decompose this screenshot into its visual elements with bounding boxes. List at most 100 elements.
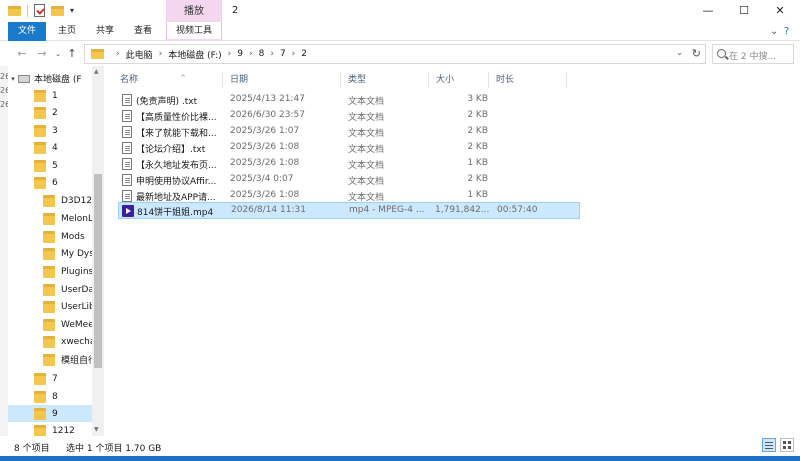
chevron-right-icon[interactable]: › bbox=[116, 49, 120, 59]
tree-item-mod-folder[interactable]: 模组自行 bbox=[8, 351, 96, 368]
refresh-icon[interactable]: ↻ bbox=[692, 47, 701, 60]
tree-item-userdata[interactable]: UserDat bbox=[8, 281, 96, 298]
tree-item-drive[interactable]: ▾ 本地磁盘 (F bbox=[8, 70, 96, 87]
file-type: 文本文档 bbox=[348, 177, 385, 187]
scrollbar-thumb[interactable] bbox=[94, 174, 102, 368]
tree-item-plugins[interactable]: Plugins bbox=[8, 263, 96, 280]
file-row[interactable]: 【高质量性价比裸... 2026/6/30 23:57 文本文档 2 KB bbox=[118, 108, 578, 125]
details-view-button[interactable] bbox=[762, 438, 776, 452]
new-folder-icon[interactable] bbox=[51, 5, 64, 16]
tab-home[interactable]: 主页 bbox=[52, 22, 82, 41]
tab-share[interactable]: 共享 bbox=[90, 22, 120, 41]
folder-icon bbox=[34, 106, 46, 119]
breadcrumb-7[interactable]: 7 bbox=[280, 49, 286, 59]
tree-item-3[interactable]: 3 bbox=[8, 122, 96, 139]
column-divider[interactable] bbox=[488, 72, 489, 88]
chevron-right-icon[interactable]: › bbox=[292, 49, 296, 59]
tree-item-2[interactable]: 2 bbox=[8, 104, 96, 121]
back-arrow-icon[interactable]: ← bbox=[14, 46, 30, 62]
tree-item-1[interactable]: 1 bbox=[8, 87, 96, 104]
file-row-selected[interactable]: 814饼干姐姐.mp4 2026/8/14 11:31 mp4 - MPEG-4… bbox=[118, 202, 580, 219]
expand-ribbon-icon[interactable]: ⌄ bbox=[770, 26, 778, 37]
column-divider[interactable] bbox=[566, 72, 567, 88]
column-divider[interactable] bbox=[340, 72, 341, 88]
column-divider[interactable] bbox=[222, 72, 223, 88]
tree-item-8[interactable]: 8 bbox=[8, 388, 96, 405]
file-size: 2 KB bbox=[467, 126, 488, 136]
file-name: 【永久地址发布页... bbox=[136, 161, 217, 171]
column-header-date[interactable]: 日期 bbox=[230, 70, 330, 90]
close-button[interactable]: ✕ bbox=[762, 0, 798, 22]
column-header-size[interactable]: 大小 bbox=[436, 70, 486, 90]
search-box[interactable]: 在 2 中搜... bbox=[712, 44, 794, 64]
tree-item-my-dyst[interactable]: My Dyst bbox=[8, 245, 96, 262]
tree-item-4[interactable]: 4 bbox=[8, 139, 96, 156]
chevron-down-icon[interactable]: ▾ bbox=[8, 75, 18, 83]
tree-item-xwechat[interactable]: xwechat bbox=[8, 333, 96, 350]
file-row[interactable]: 【论坛介绍】.txt 2025/3/26 1:08 文本文档 2 KB bbox=[118, 140, 578, 157]
chevron-right-icon[interactable]: › bbox=[228, 49, 232, 59]
breadcrumb-drive[interactable]: 本地磁盘 (F:) bbox=[168, 48, 221, 61]
file-size: 2 KB bbox=[467, 142, 488, 152]
file-date: 2026/8/14 11:31 bbox=[231, 205, 306, 215]
tree-item-mods[interactable]: Mods bbox=[8, 228, 96, 245]
file-row[interactable]: (免责声明) .txt 2025/4/13 21:47 文本文档 3 KB bbox=[118, 92, 578, 109]
selection-info: 选中 1 个项目 1.70 GB bbox=[66, 444, 162, 454]
tree-item-d3d12[interactable]: D3D12 bbox=[8, 192, 96, 209]
file-row[interactable]: 申明使用协议Affir... 2025/3/4 0:07 文本文档 2 KB bbox=[118, 172, 578, 189]
tree-item-5[interactable]: 5 bbox=[8, 157, 96, 174]
customize-toolbar-icon[interactable]: ▾ bbox=[70, 6, 74, 15]
tree-item-1212[interactable]: 1212 bbox=[8, 422, 96, 436]
large-icons-view-icon bbox=[783, 441, 786, 444]
help-icon[interactable]: ? bbox=[784, 26, 789, 37]
tree-item-melonloader[interactable]: MelonLo bbox=[8, 210, 96, 227]
folder-icon bbox=[43, 300, 55, 313]
maximize-button[interactable]: ☐ bbox=[726, 0, 762, 22]
large-icons-view-button[interactable] bbox=[780, 438, 794, 452]
folder-icon bbox=[43, 353, 55, 366]
folder-icon[interactable] bbox=[8, 5, 21, 16]
file-type: 文本文档 bbox=[348, 113, 385, 123]
chevron-right-icon[interactable]: › bbox=[249, 49, 253, 59]
minimize-button[interactable]: — bbox=[690, 0, 726, 22]
file-row[interactable]: 【永久地址发布页... 2025/3/26 1:08 文本文档 1 KB bbox=[118, 156, 578, 173]
up-arrow-icon[interactable]: ↑ bbox=[64, 46, 80, 62]
breadcrumb-8[interactable]: 8 bbox=[259, 49, 265, 59]
scroll-down-icon[interactable]: ▼ bbox=[94, 426, 99, 433]
navigation-scrollbar[interactable]: ▲ ▼ bbox=[92, 66, 104, 436]
tab-file[interactable]: 文件 bbox=[8, 22, 46, 41]
search-icon bbox=[717, 49, 726, 58]
tab-video-tools[interactable]: 视频工具 bbox=[166, 22, 222, 41]
breadcrumb-this-pc[interactable]: 此电脑 bbox=[126, 48, 153, 61]
tree-item-userlibs[interactable]: UserLibs bbox=[8, 298, 96, 315]
breadcrumb-2[interactable]: 2 bbox=[301, 49, 307, 59]
folder-icon bbox=[43, 335, 55, 348]
scroll-up-icon[interactable]: ▲ bbox=[94, 68, 99, 75]
tab-view[interactable]: 查看 bbox=[128, 22, 158, 41]
breadcrumb-9[interactable]: 9 bbox=[237, 49, 243, 59]
file-row[interactable]: 【来了就能下载和... 2025/3/26 1:07 文本文档 2 KB bbox=[118, 124, 578, 141]
folder-icon bbox=[34, 424, 46, 436]
column-header-duration[interactable]: 时长 bbox=[496, 70, 556, 90]
navigation-bar: ← → ⌄ ↑ › 此电脑 › 本地磁盘 (F:) › 9 › 8 › 7 › … bbox=[0, 42, 800, 66]
tree-item-9[interactable]: 9 bbox=[8, 405, 96, 422]
text-file-icon bbox=[122, 110, 132, 122]
column-header-type[interactable]: 类型 bbox=[348, 70, 428, 90]
file-type: 文本文档 bbox=[348, 145, 385, 155]
file-name: 【来了就能下载和... bbox=[136, 129, 217, 139]
tree-item-label: 9 bbox=[52, 408, 58, 419]
address-bar[interactable]: › 此电脑 › 本地磁盘 (F:) › 9 › 8 › 7 › 2 ⌄ ↻ bbox=[84, 44, 706, 64]
column-divider[interactable] bbox=[428, 72, 429, 88]
file-size: 2 KB bbox=[467, 110, 488, 120]
chevron-right-icon[interactable]: › bbox=[270, 49, 274, 59]
chevron-right-icon[interactable]: › bbox=[159, 49, 163, 59]
tree-item-label: UserDat bbox=[61, 284, 96, 295]
tree-item-7[interactable]: 7 bbox=[8, 370, 96, 387]
address-dropdown-icon[interactable]: ⌄ bbox=[676, 48, 683, 57]
forward-arrow-icon[interactable]: → bbox=[34, 46, 50, 62]
tree-item-6[interactable]: 6 bbox=[8, 174, 96, 191]
column-header-name[interactable]: 名称 ^ bbox=[120, 70, 220, 90]
tree-item-label: MelonLo bbox=[61, 213, 96, 224]
properties-icon[interactable] bbox=[34, 4, 45, 17]
tree-item-wemeet[interactable]: WeMeet bbox=[8, 316, 96, 333]
